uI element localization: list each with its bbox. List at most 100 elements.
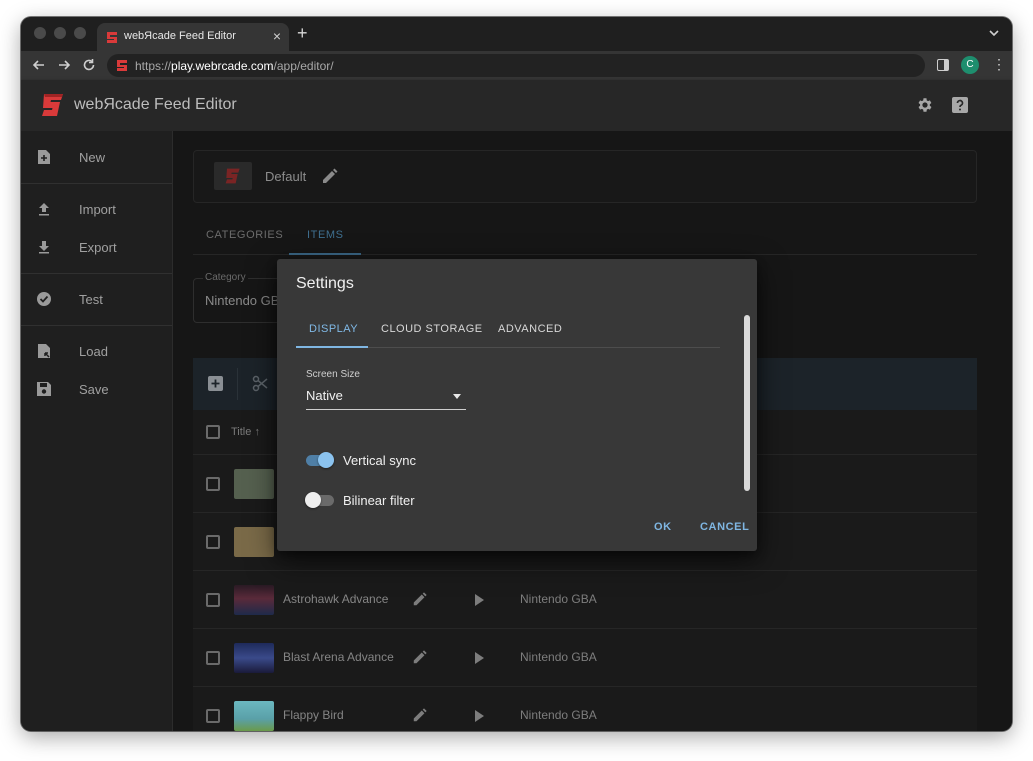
tab-title: webЯcade Feed Editor — [124, 30, 236, 42]
file-open-icon — [38, 344, 50, 358]
pencil-icon[interactable] — [412, 649, 428, 665]
item-thumbnail — [234, 527, 274, 557]
item-category: Nintendo GBA — [520, 592, 597, 606]
row-checkbox[interactable] — [206, 593, 220, 607]
profile-avatar[interactable]: C — [961, 56, 979, 74]
check-circle-icon — [37, 292, 51, 306]
item-thumbnail — [234, 585, 274, 615]
drawer-item-label: Test — [79, 292, 103, 307]
webrcade-favicon-icon — [107, 32, 117, 43]
row-checkbox[interactable] — [206, 477, 220, 491]
dropdown-arrow-icon — [453, 394, 461, 399]
dialog-tab-indicator — [296, 346, 368, 348]
drawer-item-test[interactable]: Test — [21, 281, 172, 319]
table-row[interactable]: Astrohawk Advance Nintendo GBA — [193, 571, 977, 629]
url-text: https://play.webrcade.com/app/editor/ — [135, 59, 334, 73]
drawer-divider — [21, 183, 172, 184]
app-title: webЯcade Feed Editor — [74, 96, 237, 113]
browser-window: webЯcade Feed Editor × + https://play.we… — [21, 17, 1012, 731]
select-underline — [306, 409, 466, 410]
tab-items[interactable]: ITEMS — [307, 229, 344, 241]
webrcade-logo-icon — [42, 94, 63, 116]
switch-knob — [318, 452, 334, 468]
new-file-icon — [38, 150, 50, 164]
row-checkbox[interactable] — [206, 535, 220, 549]
browser-toolbar: https://play.webrcade.com/app/editor/ C … — [21, 51, 1012, 80]
chevron-down-icon[interactable] — [988, 27, 1000, 39]
pencil-icon[interactable] — [321, 167, 339, 185]
column-header-title[interactable]: Title ↑ — [231, 426, 260, 438]
row-checkbox[interactable] — [206, 709, 220, 723]
drawer-item-export[interactable]: Export — [21, 229, 172, 267]
play-icon[interactable] — [473, 651, 485, 665]
close-window-button[interactable] — [34, 27, 46, 39]
url-scheme: https:// — [135, 59, 172, 73]
drawer-item-load[interactable]: Load — [21, 333, 172, 371]
back-arrow-icon[interactable] — [31, 57, 47, 73]
browser-menu-icon[interactable]: ⋮ — [992, 57, 1006, 71]
category-value: Nintendo GBA — [205, 293, 289, 308]
dialog-tabs: DISPLAY CLOUD STORAGE ADVANCED — [296, 314, 720, 348]
drawer-item-new[interactable]: New — [21, 139, 172, 177]
item-title: Blast Arena Advance — [283, 650, 394, 664]
help-icon[interactable] — [951, 96, 969, 114]
table-row[interactable]: Blast Arena Advance Nintendo GBA — [193, 629, 977, 687]
upload-icon — [39, 203, 49, 216]
reload-icon[interactable] — [81, 57, 97, 73]
play-icon[interactable] — [473, 709, 485, 723]
settings-dialog: Settings DISPLAY CLOUD STORAGE ADVANCED … — [277, 259, 757, 551]
side-panel-icon[interactable] — [937, 59, 949, 71]
screen-size-select[interactable]: Screen Size Native — [306, 369, 466, 411]
screen-size-value: Native — [306, 388, 343, 403]
tab-advanced[interactable]: ADVANCED — [498, 323, 562, 335]
item-thumbnail — [234, 701, 274, 731]
forward-arrow-icon[interactable] — [56, 57, 72, 73]
drawer-item-label: Export — [79, 240, 117, 255]
select-all-checkbox[interactable] — [206, 425, 220, 439]
item-title: Flappy Bird — [283, 708, 344, 722]
item-thumbnail — [234, 469, 274, 499]
pencil-icon[interactable] — [412, 591, 428, 607]
maximize-window-button[interactable] — [74, 27, 86, 39]
scissors-icon[interactable] — [252, 375, 269, 392]
category-label: Category — [203, 272, 248, 283]
tab-indicator — [289, 253, 361, 255]
add-item-icon[interactable] — [207, 375, 224, 392]
play-icon[interactable] — [473, 593, 485, 607]
tab-display[interactable]: DISPLAY — [309, 323, 358, 335]
address-bar[interactable]: https://play.webrcade.com/app/editor/ — [107, 54, 925, 77]
tab-close-icon[interactable]: × — [273, 28, 281, 44]
table-row[interactable]: Flappy Bird Nintendo GBA — [193, 687, 977, 731]
tab-categories[interactable]: CATEGORIES — [206, 229, 283, 241]
drawer-item-import[interactable]: Import — [21, 191, 172, 229]
dialog-scrollbar[interactable] — [744, 315, 750, 491]
feed-thumbnail — [214, 162, 252, 190]
bilinear-filter-toggle[interactable] — [305, 490, 337, 510]
site-favicon-icon — [117, 60, 127, 71]
drawer-divider — [21, 273, 172, 274]
floppy-icon — [37, 382, 51, 396]
drawer-divider — [21, 325, 172, 326]
minimize-window-button[interactable] — [54, 27, 66, 39]
tab-cloud-storage[interactable]: CLOUD STORAGE — [381, 323, 483, 335]
feed-name: Default — [265, 169, 307, 184]
switch-knob — [305, 492, 321, 508]
row-checkbox[interactable] — [206, 651, 220, 665]
app-bar: webЯcade Feed Editor — [21, 80, 1012, 131]
gear-icon[interactable] — [916, 96, 934, 114]
new-tab-button[interactable]: + — [297, 24, 308, 42]
item-category: Nintendo GBA — [520, 708, 597, 722]
cancel-button[interactable]: CANCEL — [700, 521, 749, 533]
feed-logo-icon — [225, 168, 240, 184]
browser-tab-strip: webЯcade Feed Editor × + — [21, 17, 1012, 51]
pencil-icon[interactable] — [412, 707, 428, 723]
item-title: Astrohawk Advance — [283, 592, 389, 606]
drawer-item-save[interactable]: Save — [21, 371, 172, 409]
column-title-label: Title — [231, 426, 252, 438]
vertical-sync-toggle[interactable] — [305, 450, 337, 470]
download-icon — [39, 241, 49, 254]
browser-tab[interactable]: webЯcade Feed Editor × — [97, 23, 289, 51]
url-host: play.webrcade.com — [171, 59, 274, 73]
ok-button[interactable]: OK — [654, 521, 672, 533]
bilinear-filter-label: Bilinear filter — [343, 493, 415, 508]
